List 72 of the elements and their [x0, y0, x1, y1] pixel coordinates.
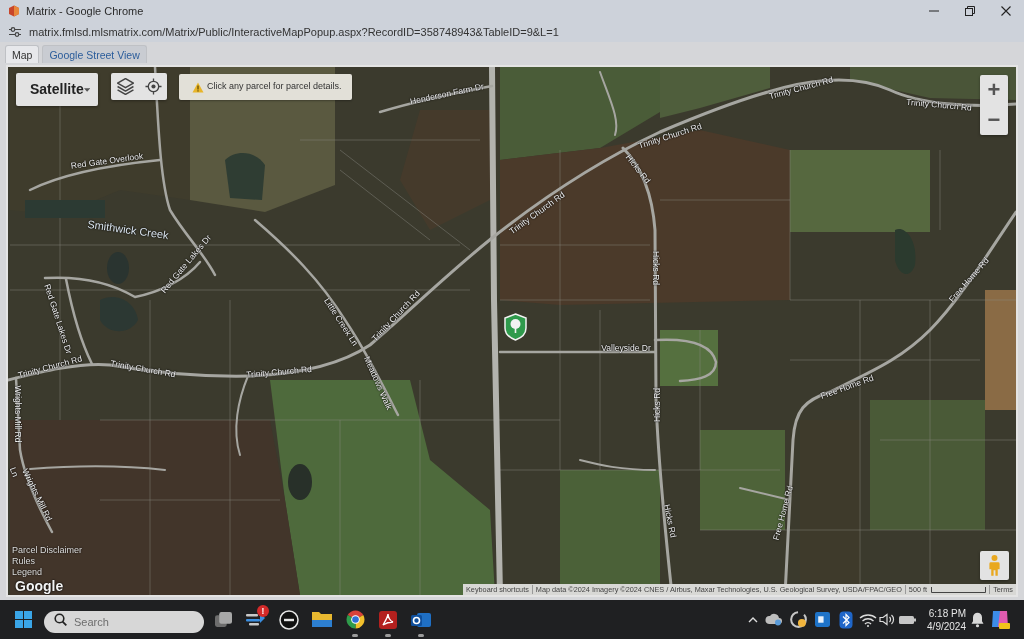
- tab[interactable]: Google Street View: [42, 45, 147, 63]
- pond: [225, 153, 265, 200]
- road-label: Valleyside Dr: [601, 343, 651, 353]
- copilot-icon[interactable]: [991, 610, 1011, 629]
- notification-badge: !: [257, 604, 269, 617]
- caret-down-icon: [83, 87, 90, 92]
- locate-icon: [144, 78, 162, 95]
- zoom-in-button[interactable]: +: [980, 75, 1008, 105]
- battery-icon[interactable]: [898, 615, 916, 624]
- pond: [895, 229, 916, 275]
- sync-icon[interactable]: [789, 611, 807, 628]
- zoom-out-button[interactable]: −: [980, 105, 1008, 135]
- scale-bar: [931, 586, 987, 593]
- mail-app-icon: [411, 612, 431, 627]
- road-label: Trinity Church Rd: [768, 75, 834, 101]
- chevron-up-icon[interactable]: [748, 616, 758, 623]
- address-url[interactable]: matrix.fmlsd.mlsmatrix.com/Matrix/Public/InteractiveMapPopup.aspx?RecordID=358748943&TableID=9&L=1: [29, 23, 559, 41]
- road-label: Free Home Rd: [771, 484, 795, 542]
- road-label: Hicks Rd: [651, 251, 661, 285]
- pond: [288, 464, 312, 500]
- road-label: Trinity Church Rd: [17, 354, 83, 380]
- minimize-icon: [929, 10, 939, 12]
- windows-start-icon: [14, 611, 32, 628]
- road-label: Trinity Church Rd: [109, 359, 177, 379]
- cloud-icon[interactable]: [765, 613, 783, 626]
- road-label: Wrights Mill Rd: [13, 385, 23, 443]
- road-label: Trinity Church Rd: [637, 121, 703, 151]
- overlay-link[interactable]: Legend: [12, 567, 82, 578]
- restore-icon: [965, 6, 975, 16]
- wifi-icon[interactable]: [859, 612, 877, 627]
- road-label: Hicks Rd: [652, 388, 662, 422]
- road-label: Red Gate Lakes Dr: [42, 283, 74, 355]
- bell-icon[interactable]: [970, 611, 984, 628]
- road-label: Trinity Church Rd: [245, 364, 313, 380]
- speaker-icon[interactable]: [879, 613, 895, 626]
- tab[interactable]: Map: [5, 45, 40, 63]
- pond: [100, 296, 138, 332]
- circle-logo-icon: [279, 609, 299, 630]
- window-title: Matrix - Google Chrome: [26, 3, 144, 19]
- close-icon: [1001, 6, 1011, 16]
- notice-text: Click any parcel for parcel details.: [207, 80, 342, 94]
- map-type-dropdown[interactable]: Satellite: [16, 73, 98, 106]
- pdf-app-icon: [379, 610, 397, 629]
- road-label: Hicks Rd: [662, 503, 678, 539]
- map-logo[interactable]: Google: [15, 578, 64, 594]
- site-settings-icon[interactable]: [9, 27, 21, 37]
- search-icon: [54, 613, 67, 626]
- folder-icon: [312, 612, 332, 627]
- bluetooth-icon[interactable]: [839, 610, 853, 629]
- tree-marker-icon[interactable]: [504, 313, 527, 341]
- browser-icon: [345, 610, 365, 629]
- warning-icon: [192, 81, 204, 93]
- person-icon: [988, 554, 1001, 577]
- app-logo-icon: [8, 5, 20, 17]
- layers-icon: [116, 78, 134, 95]
- app-tile-icon[interactable]: [814, 612, 830, 627]
- pond: [107, 252, 129, 284]
- overlay-link[interactable]: Rules: [12, 556, 82, 567]
- overlay-link[interactable]: Parcel Disclaimer: [12, 545, 82, 556]
- road-label: Free Home Rd: [819, 373, 875, 401]
- task-view-icon: [214, 612, 232, 627]
- clock-date[interactable]: 4/9/2024: [927, 619, 966, 633]
- road-label: Ln: [8, 466, 20, 478]
- road-label: Red Gate Overlook: [70, 151, 144, 171]
- search-field[interactable]: Search: [44, 610, 204, 633]
- road-label: Henderson Farm Dr: [409, 82, 485, 106]
- water-label: Smithwick Creek: [86, 218, 170, 242]
- clock-time[interactable]: 6:18 PM: [928, 606, 966, 620]
- taskbar-app[interactable]: !: [240, 601, 272, 638]
- road-label: Trinity Church Rd: [905, 97, 973, 113]
- lines-app-icon: [246, 613, 266, 626]
- field: [660, 330, 718, 386]
